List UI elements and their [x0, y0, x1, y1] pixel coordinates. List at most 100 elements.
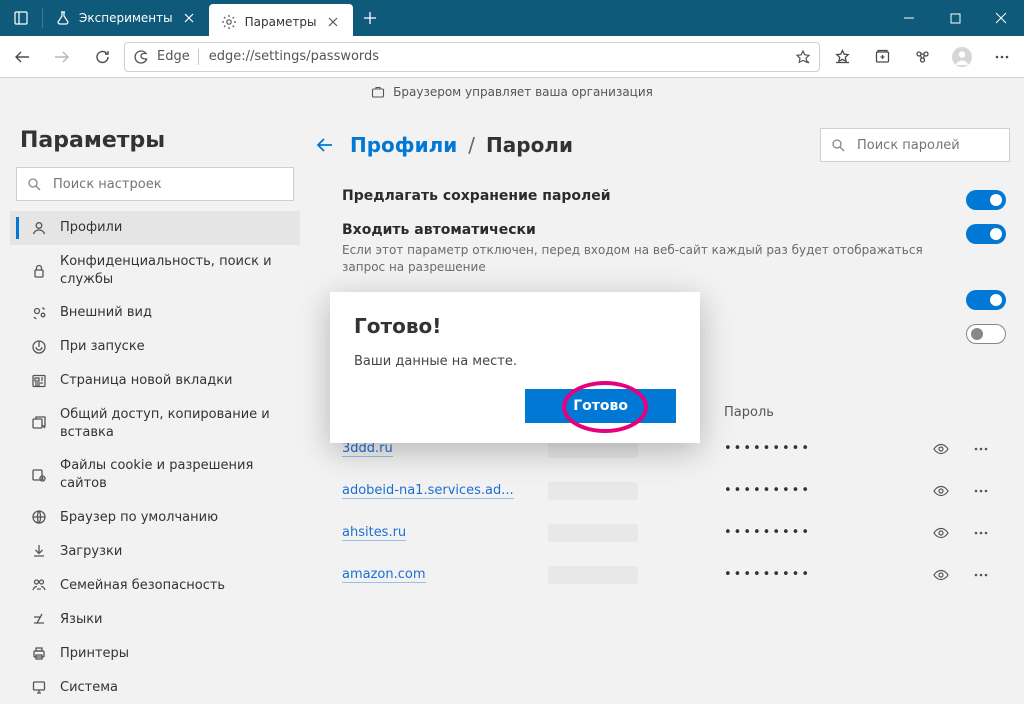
breadcrumb-parent-link[interactable]: Профили [350, 133, 457, 157]
tab-label: Эксперименты [79, 11, 173, 25]
tab-actions-icon[interactable] [0, 0, 42, 36]
tab-settings[interactable]: Параметры [209, 4, 353, 40]
settings-search[interactable] [16, 167, 294, 201]
search-icon [27, 177, 41, 191]
sidebar-item[interactable]: Семейная безопасность [10, 568, 300, 602]
setting-toggle[interactable] [966, 324, 1006, 344]
password-masked: ••••••••• [724, 525, 922, 540]
row-more-button[interactable] [968, 436, 994, 462]
window-titlebar: Эксперименты Параметры [0, 0, 1024, 36]
sidebar-item[interactable]: Файлы cookie и разрешения сайтов [10, 449, 300, 500]
nav-item-label: Загрузки [60, 543, 288, 561]
password-username [548, 482, 638, 500]
tab-experiments[interactable]: Эксперименты [43, 0, 209, 36]
profile-avatar[interactable] [944, 39, 980, 75]
password-row: amazon.com ••••••••• [314, 554, 1010, 596]
menu-button[interactable] [984, 39, 1020, 75]
setting-toggle[interactable] [966, 290, 1006, 310]
nav-item-icon [30, 304, 48, 322]
nav-item-label: Внешний вид [60, 304, 288, 322]
sidebar-item[interactable]: При запуске [10, 330, 300, 364]
nav-item-label: Файлы cookie и разрешения сайтов [60, 457, 288, 492]
back-button[interactable] [4, 39, 40, 75]
password-site-link[interactable]: amazon.com [342, 567, 426, 583]
extensions-button[interactable] [904, 39, 940, 75]
passwords-search[interactable] [820, 128, 1010, 162]
row-more-button[interactable] [968, 562, 994, 588]
sidebar-item[interactable]: Принтеры [10, 636, 300, 670]
nav-item-label: При запуске [60, 338, 288, 356]
org-managed-text: Браузером управляет ваша организация [393, 85, 653, 99]
url-input[interactable] [207, 48, 787, 65]
window-maximize-button[interactable] [932, 0, 978, 36]
col-pass: Пароль [724, 405, 922, 420]
reveal-password-button[interactable] [928, 436, 954, 462]
sidebar-item[interactable]: Загрузки [10, 534, 300, 568]
row-more-button[interactable] [968, 478, 994, 504]
nav-item-icon [30, 508, 48, 526]
setting-row: Предлагать сохранение паролей [314, 184, 1010, 218]
setting-subtitle: Если этот параметр отключен, перед входо… [342, 242, 952, 276]
org-managed-banner: Браузером управляет ваша организация [0, 78, 1024, 106]
password-masked: ••••••••• [724, 567, 922, 582]
reveal-password-button[interactable] [928, 478, 954, 504]
setting-title: Входить автоматически [342, 222, 952, 238]
breadcrumb: Профили / Пароли [350, 133, 573, 157]
nav-item-icon [30, 219, 48, 237]
password-site-link[interactable]: ahsites.ru [342, 525, 406, 541]
row-more-button[interactable] [968, 520, 994, 546]
nav-item-label: Семейная безопасность [60, 577, 288, 595]
search-icon [831, 138, 845, 152]
favorites-button[interactable] [824, 39, 860, 75]
address-bar[interactable]: Edge [124, 42, 820, 72]
password-site-link[interactable]: adobeid-na1.services.ad... [342, 483, 514, 499]
briefcase-icon [371, 85, 385, 99]
nav-item-icon [30, 415, 48, 433]
import-complete-dialog: Готово! Ваши данные на месте. Готово [330, 292, 700, 443]
reveal-password-button[interactable] [928, 562, 954, 588]
nav-item-label: Общий доступ, копирование и вставка [60, 406, 288, 441]
sidebar-title: Параметры [20, 128, 290, 153]
password-site-link[interactable]: 3ddd.ru [342, 441, 393, 457]
nav-item-icon [30, 372, 48, 390]
sidebar-item[interactable]: Профили [10, 211, 300, 245]
nav-item-icon [30, 338, 48, 356]
sidebar-item[interactable]: Внешний вид [10, 296, 300, 330]
close-icon[interactable] [325, 14, 341, 30]
dialog-done-button[interactable]: Готово [525, 389, 676, 423]
nav-item-icon [30, 542, 48, 560]
nav-item-icon [30, 678, 48, 696]
sidebar-item[interactable]: Страница новой вкладки [10, 364, 300, 398]
nav-item-label: Конфиденциальность, поиск и службы [60, 253, 288, 288]
nav-item-label: Браузер по умолчанию [60, 509, 288, 527]
page-identity-label: Edge [157, 49, 190, 64]
favorite-star-icon[interactable] [795, 49, 811, 65]
new-tab-button[interactable] [353, 0, 387, 36]
sidebar-item[interactable]: Языки [10, 602, 300, 636]
nav-item-label: Система [60, 679, 288, 697]
reload-button[interactable] [84, 39, 120, 75]
settings-search-input[interactable] [51, 176, 283, 193]
password-username [548, 524, 638, 542]
nav-item-label: Страница новой вкладки [60, 372, 288, 390]
setting-toggle[interactable] [966, 224, 1006, 244]
settings-sidebar: Параметры Профили Конфиденциальность, пои… [10, 114, 300, 650]
reveal-password-button[interactable] [928, 520, 954, 546]
setting-toggle[interactable] [966, 190, 1006, 210]
breadcrumb-back-button[interactable] [314, 134, 336, 156]
sidebar-item[interactable]: Браузер по умолчанию [10, 500, 300, 534]
password-row: ahsites.ru ••••••••• [314, 512, 1010, 554]
forward-button[interactable] [44, 39, 80, 75]
window-minimize-button[interactable] [886, 0, 932, 36]
dialog-title: Готово! [354, 314, 676, 338]
sidebar-item[interactable]: Конфиденциальность, поиск и службы [10, 245, 300, 296]
sidebar-item[interactable]: Система [10, 670, 300, 704]
flask-icon [55, 10, 71, 26]
sidebar-item[interactable]: Общий доступ, копирование и вставка [10, 398, 300, 449]
nav-item-label: Профили [60, 219, 288, 237]
passwords-search-input[interactable] [855, 137, 1014, 154]
tab-label: Параметры [245, 15, 317, 29]
window-close-button[interactable] [978, 0, 1024, 36]
close-icon[interactable] [181, 10, 197, 26]
collections-button[interactable] [864, 39, 900, 75]
